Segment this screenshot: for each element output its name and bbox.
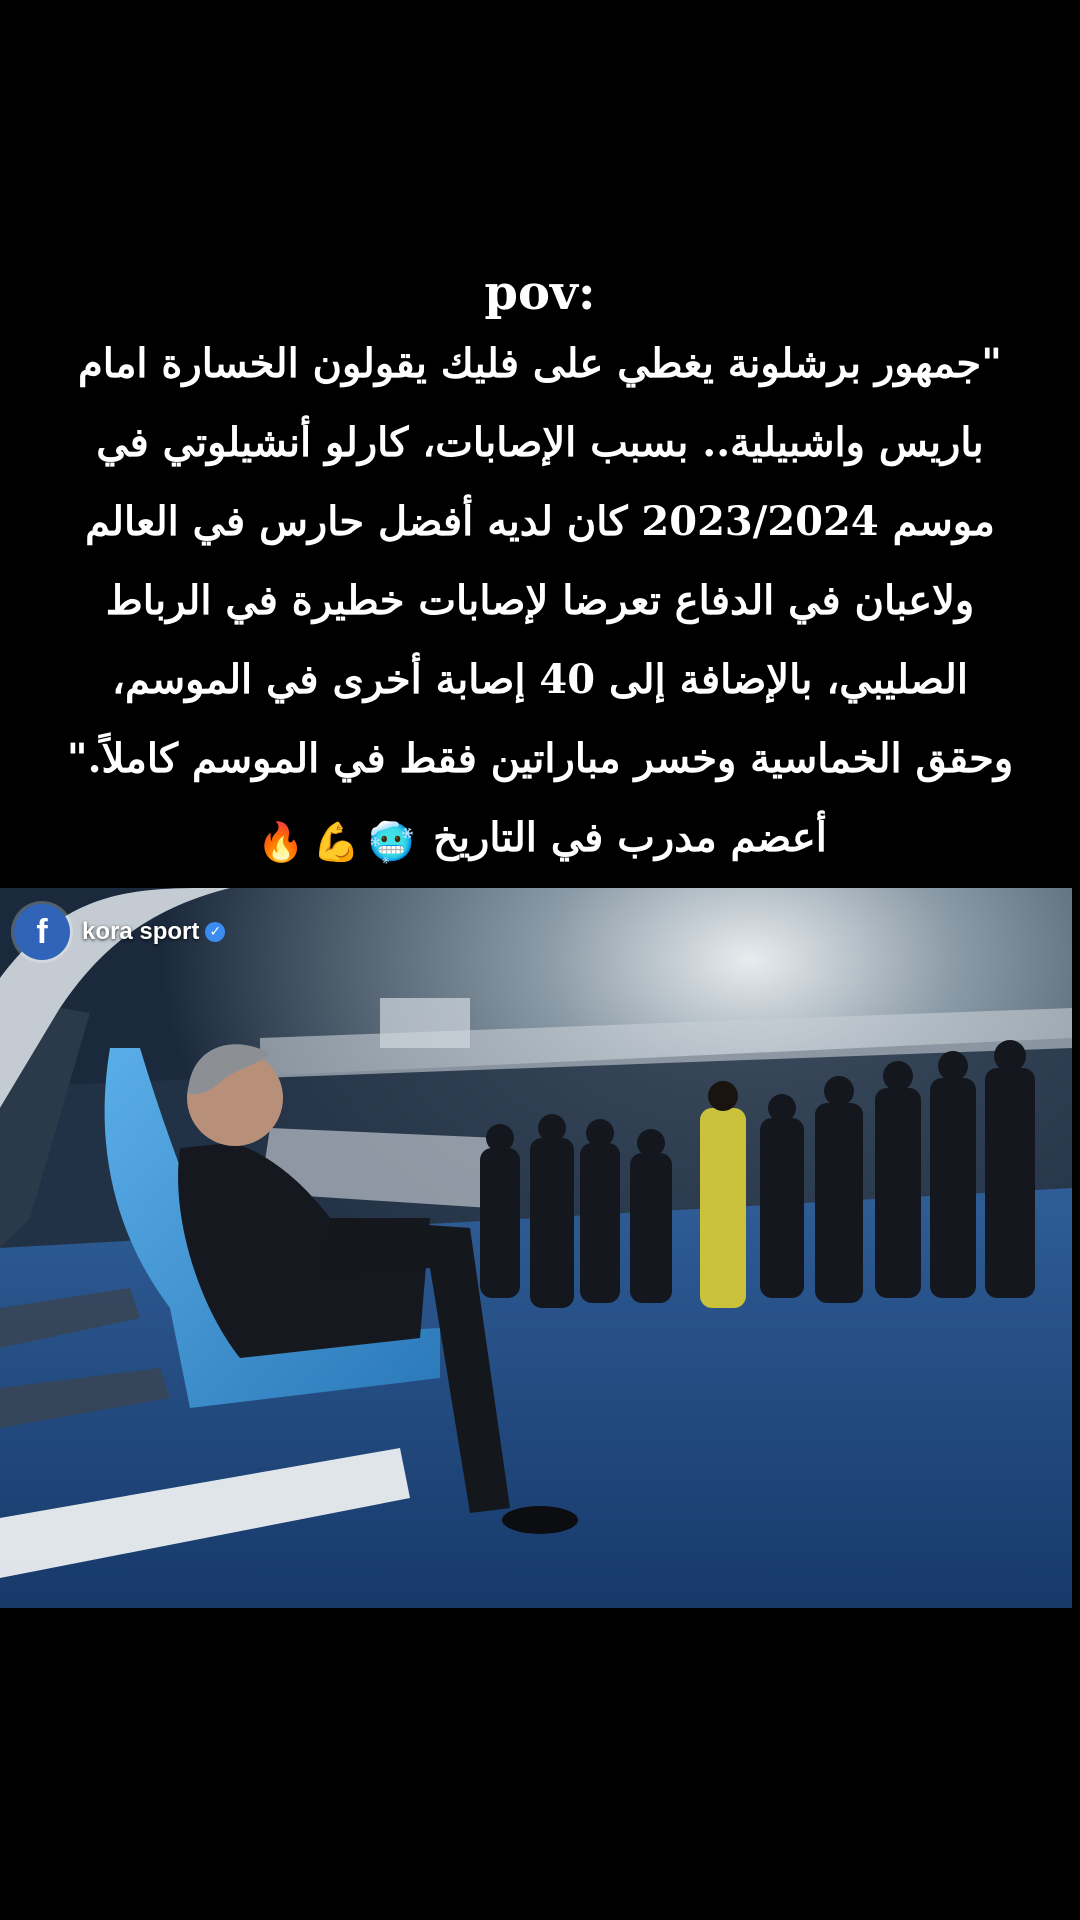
caption-line-2: باريس واشبيلية.. بسبب الإصابات، كارلو أن… xyxy=(96,419,984,466)
post-canvas: pov: "جمهور برشلونة يغطي على فليك يقولون… xyxy=(0,0,1080,1920)
caption-line-6: وحقق الخماسية وخسر مباراتين فقط في الموس… xyxy=(66,735,1014,782)
caption-line-5: الصليبي، بالإضافة إلى 40 إصابة أخرى في ا… xyxy=(112,656,968,703)
fire-emoji: 🔥 xyxy=(257,818,305,864)
flexed-biceps-emoji: 💪 xyxy=(312,818,360,864)
caption-final-text: أعضم مدرب في التاريخ xyxy=(433,814,827,861)
caption-line-4: ولاعبان في الدفاع تعرضا لإصابات خطيرة في… xyxy=(105,577,975,624)
caption-pov: pov: xyxy=(484,265,596,321)
watermark: f kora sport ✓ xyxy=(14,904,226,960)
caption-line-3: موسم 2023/2024 كان لديه أفضل حارس في الع… xyxy=(85,498,995,545)
scoreboard xyxy=(380,998,470,1048)
caption-line-7: أعضم مدرب في التاريخ 🥶💪🔥 xyxy=(40,798,1040,881)
stadium-photo: f kora sport ✓ xyxy=(0,888,1072,1608)
watermark-name: kora sport xyxy=(82,918,200,945)
caption: pov: "جمهور برشلونة يغطي على فليك يقولون… xyxy=(40,262,1040,881)
cold-face-emoji: 🥶 xyxy=(367,818,416,864)
stadium-scene xyxy=(0,888,1072,1608)
caption-line-1: "جمهور برشلونة يغطي على فليك يقولون الخس… xyxy=(78,340,1002,387)
verified-check-icon: ✓ xyxy=(205,922,226,942)
facebook-icon: f xyxy=(14,904,70,960)
